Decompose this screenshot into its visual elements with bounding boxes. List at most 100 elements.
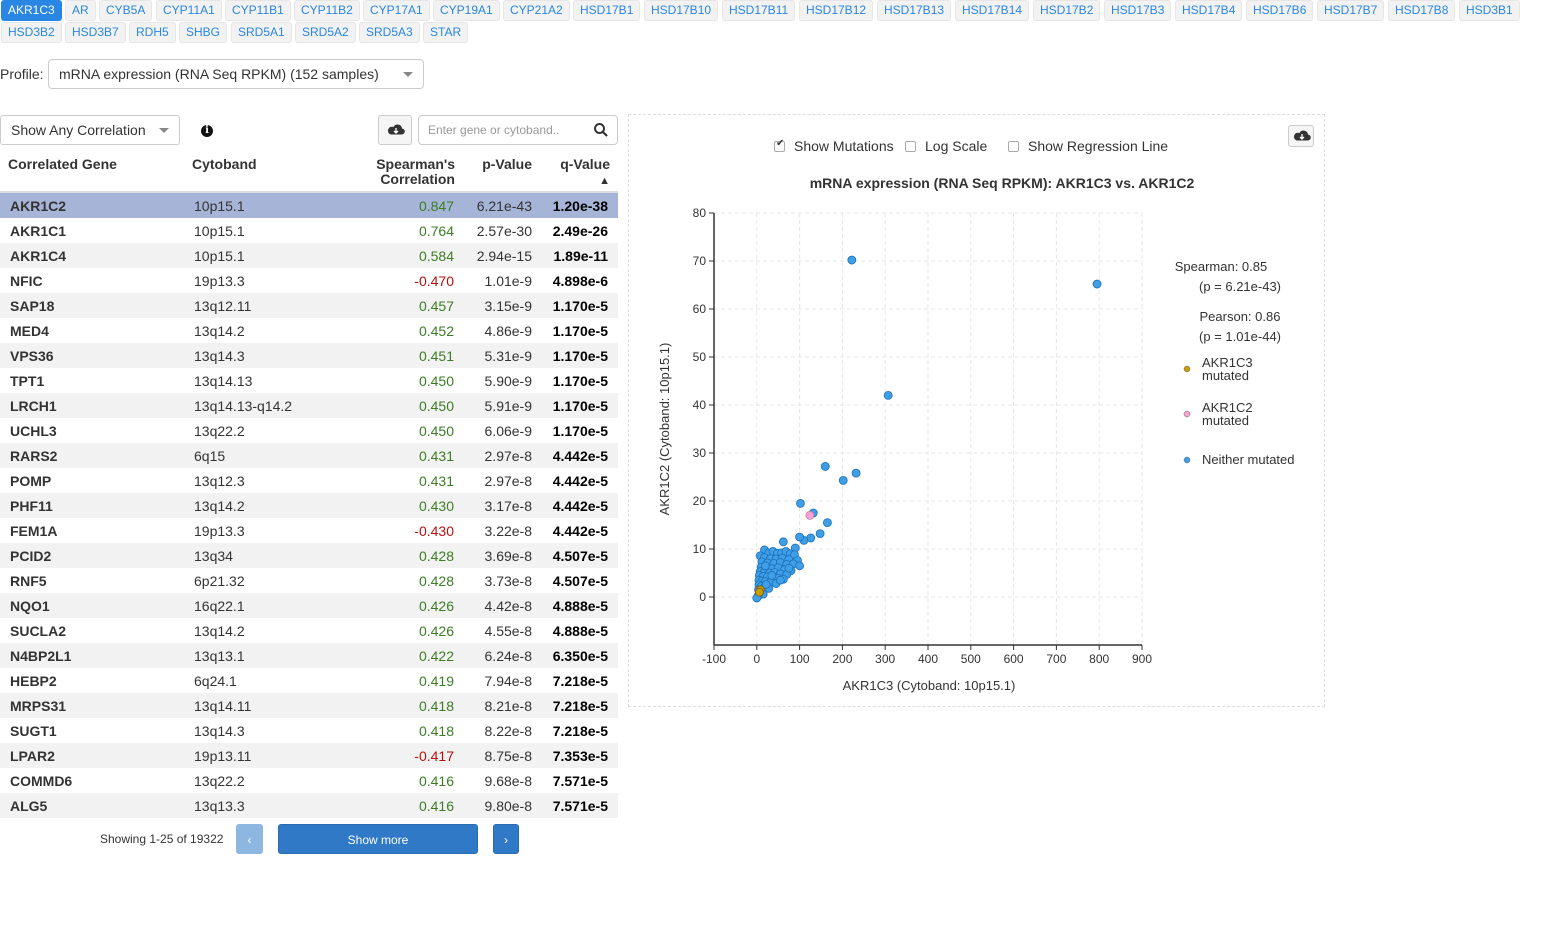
log-scale-checkbox[interactable] <box>905 141 916 152</box>
gene-tab-hsd17b4[interactable]: HSD17B4 <box>1175 0 1243 21</box>
gene-cell[interactable]: MED4 <box>10 323 49 339</box>
gene-tab-shbg[interactable]: SHBG <box>179 22 228 43</box>
plot-download-button[interactable] <box>1288 125 1314 147</box>
correlation-filter-select[interactable]: Show Any Correlation <box>0 115 180 145</box>
table-row[interactable]: RARS2 6q15 0.431 2.97e-8 4.442e-5 <box>0 443 618 468</box>
table-row[interactable]: TPT1 13q14.13 0.450 5.90e-9 1.170e-5 <box>0 368 618 393</box>
gene-tab-hsd17b14[interactable]: HSD17B14 <box>955 0 1030 21</box>
profile-select[interactable]: mRNA expression (RNA Seq RPKM) (152 samp… <box>48 59 424 89</box>
gene-tab-hsd3b7[interactable]: HSD3B7 <box>65 22 126 43</box>
next-page-button[interactable]: › <box>493 824 519 854</box>
gene-cell[interactable]: AKR1C1 <box>10 223 66 239</box>
gene-tab-srd5a3[interactable]: SRD5A3 <box>359 22 420 43</box>
gene-cell[interactable]: LRCH1 <box>10 398 57 414</box>
gene-tab-hsd3b1[interactable]: HSD3B1 <box>1459 0 1520 21</box>
table-row[interactable]: ALG5 13q13.3 0.416 9.80e-8 7.571e-5 <box>0 793 618 818</box>
gene-cell[interactable]: PHF11 <box>10 498 53 514</box>
gene-tab-hsd17b7[interactable]: HSD17B7 <box>1317 0 1385 21</box>
data-point[interactable] <box>795 561 805 571</box>
gene-cell[interactable]: COMMD6 <box>10 773 72 789</box>
data-point[interactable] <box>820 462 830 471</box>
data-point[interactable] <box>796 498 805 508</box>
gene-tab-hsd17b11[interactable]: HSD17B11 <box>722 0 796 21</box>
table-row[interactable]: PCID2 13q34 0.428 3.69e-8 4.507e-5 <box>0 543 618 568</box>
table-row[interactable]: NFIC 19p13.3 -0.470 1.01e-9 4.898e-6 <box>0 268 618 293</box>
gene-tab-cyp21a2[interactable]: CYP21A2 <box>503 0 570 21</box>
data-point[interactable] <box>883 390 893 400</box>
gene-tab-cyp19a1[interactable]: CYP19A1 <box>433 0 500 21</box>
data-point[interactable] <box>1092 279 1102 289</box>
gene-tab-star[interactable]: STAR <box>423 22 469 43</box>
gene-cell[interactable]: UCHL3 <box>10 423 57 439</box>
table-row[interactable]: AKR1C4 10p15.1 0.584 2.94e-15 1.89e-11 <box>0 243 618 268</box>
data-point[interactable] <box>847 255 857 265</box>
gene-cell[interactable]: N4BP2L1 <box>10 648 71 664</box>
table-row[interactable]: COMMD6 13q22.2 0.416 9.68e-8 7.571e-5 <box>0 768 618 793</box>
col-header-qvalue[interactable]: q-Value ▲ <box>560 157 610 189</box>
regression-line-checkbox[interactable] <box>1008 141 1019 152</box>
table-row[interactable]: MRPS31 13q14.11 0.418 8.21e-8 7.218e-5 <box>0 693 618 718</box>
data-point[interactable] <box>815 529 825 539</box>
gene-tab-srd5a1[interactable]: SRD5A1 <box>231 22 292 43</box>
previous-page-button[interactable]: ‹ <box>236 824 263 854</box>
gene-tab-akr1c3[interactable]: AKR1C3 <box>1 0 62 21</box>
gene-tab-srd5a2[interactable]: SRD5A2 <box>295 22 356 43</box>
gene-tab-hsd3b2[interactable]: HSD3B2 <box>1 22 62 43</box>
table-row[interactable]: SAP18 13q12.11 0.457 3.15e-9 1.170e-5 <box>0 293 618 318</box>
data-point[interactable] <box>775 575 785 585</box>
data-point[interactable] <box>754 587 764 597</box>
gene-cell[interactable]: SUGT1 <box>10 723 57 739</box>
gene-tab-hsd17b2[interactable]: HSD17B2 <box>1033 0 1101 21</box>
col-header-gene[interactable]: Correlated Gene <box>8 157 117 172</box>
gene-cell[interactable]: NFIC <box>10 273 43 289</box>
show-more-button[interactable]: Show more <box>278 824 478 854</box>
data-point[interactable] <box>805 510 815 520</box>
data-point[interactable] <box>838 475 848 485</box>
gene-tab-hsd17b10[interactable]: HSD17B10 <box>644 0 719 21</box>
gene-tab-hsd17b3[interactable]: HSD17B3 <box>1104 0 1172 21</box>
gene-tab-hsd17b1[interactable]: HSD17B1 <box>573 0 641 21</box>
gene-cell[interactable]: SUCLA2 <box>10 623 66 639</box>
table-row[interactable]: LRCH1 13q14.13-q14.2 0.450 5.91e-9 1.170e-5 <box>0 393 618 418</box>
table-row[interactable]: AKR1C2 10p15.1 0.847 6.21e-43 1.20e-38 <box>0 193 618 218</box>
gene-cell[interactable]: VPS36 <box>10 348 54 364</box>
gene-cell[interactable]: LPAR2 <box>10 748 55 764</box>
gene-cell[interactable]: HEBP2 <box>10 673 57 689</box>
regression-line-label[interactable]: Show Regression Line <box>1028 138 1168 154</box>
gene-tab-hsd17b13[interactable]: HSD17B13 <box>877 0 952 21</box>
col-header-pvalue[interactable]: p-Value <box>482 157 532 172</box>
table-row[interactable]: RNF5 6p21.32 0.428 3.73e-8 4.507e-5 <box>0 568 618 593</box>
gene-tab-hsd17b6[interactable]: HSD17B6 <box>1246 0 1314 21</box>
table-row[interactable]: VPS36 13q14.3 0.451 5.31e-9 1.170e-5 <box>0 343 618 368</box>
gene-cell[interactable]: FEM1A <box>10 523 57 539</box>
table-row[interactable]: FEM1A 19p13.3 -0.430 3.22e-8 4.442e-5 <box>0 518 618 543</box>
gene-cell[interactable]: SAP18 <box>10 298 54 314</box>
table-row[interactable]: LPAR2 19p13.11 -0.417 8.75e-8 7.353e-5 <box>0 743 618 768</box>
gene-tab-cyp11b2[interactable]: CYP11B2 <box>294 0 360 21</box>
gene-tab-hsd17b8[interactable]: HSD17B8 <box>1388 0 1456 21</box>
table-row[interactable]: UCHL3 13q22.2 0.450 6.06e-9 1.170e-5 <box>0 418 618 443</box>
info-icon[interactable]: i <box>201 125 213 137</box>
table-row[interactable]: PHF11 13q14.2 0.430 3.17e-8 4.442e-5 <box>0 493 618 518</box>
search-icon[interactable] <box>593 122 609 138</box>
gene-cell[interactable]: TPT1 <box>10 373 44 389</box>
gene-tab-ar[interactable]: AR <box>65 0 96 21</box>
gene-cell[interactable]: ALG5 <box>10 798 47 814</box>
data-point[interactable] <box>851 468 861 478</box>
gene-tab-cyp17a1[interactable]: CYP17A1 <box>363 0 430 21</box>
data-point[interactable] <box>778 537 788 547</box>
data-point[interactable] <box>767 570 777 580</box>
data-point[interactable] <box>784 563 794 573</box>
col-header-cytoband[interactable]: Cytoband <box>192 157 257 172</box>
table-row[interactable]: AKR1C1 10p15.1 0.764 2.57e-30 2.49e-26 <box>0 218 618 243</box>
table-row[interactable]: SUCLA2 13q14.2 0.426 4.55e-8 4.888e-5 <box>0 618 618 643</box>
data-point[interactable] <box>795 532 805 542</box>
table-row[interactable]: MED4 13q14.2 0.452 4.86e-9 1.170e-5 <box>0 318 618 343</box>
table-download-button[interactable] <box>378 115 412 145</box>
gene-cell[interactable]: RARS2 <box>10 448 57 464</box>
gene-cell[interactable]: RNF5 <box>10 573 47 589</box>
col-header-spearman[interactable]: Spearman's Correlation <box>376 157 455 187</box>
table-row[interactable]: N4BP2L1 13q13.1 0.422 6.24e-8 6.350e-5 <box>0 643 618 668</box>
gene-cell[interactable]: PCID2 <box>10 548 51 564</box>
data-point[interactable] <box>760 561 770 571</box>
